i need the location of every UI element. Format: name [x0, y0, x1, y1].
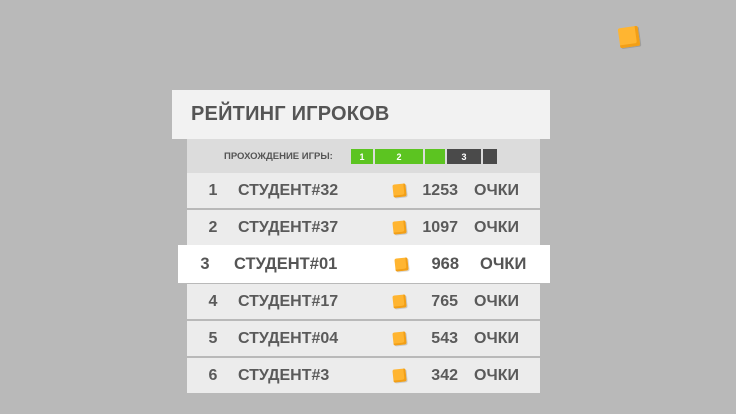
row-rank: 1: [208, 181, 218, 199]
row-player-name: СТУДЕНТ#3: [238, 366, 330, 384]
row-rank: 2: [208, 218, 218, 236]
leaderboard-row: 6 СТУДЕНТ#3 342 ОЧКИ: [187, 358, 540, 393]
row-score: 1097: [422, 218, 458, 236]
row-player-name: СТУДЕНТ#37: [238, 218, 339, 236]
progress-segment-4: [483, 149, 497, 164]
row-score: 1253: [422, 181, 458, 199]
progress-segment-label: 3: [461, 151, 467, 162]
progress-segment-3: 3: [447, 149, 481, 164]
coin-icon: [617, 25, 641, 49]
row-rank: 4: [208, 292, 218, 310]
row-score-unit: ОЧКИ: [474, 329, 519, 347]
row-rank: 3: [200, 254, 210, 273]
leaderboard-title: РЕЙТИНГ ИГРОКОВ: [172, 90, 550, 139]
row-score: 765: [431, 292, 458, 310]
progress-segment-2b: [425, 149, 445, 164]
row-score: 968: [431, 254, 459, 273]
coin-icon: [392, 294, 407, 309]
row-score: 342: [431, 366, 458, 384]
coin-icon: [392, 183, 407, 198]
leaderboard-row: 2 СТУДЕНТ#37 1097 ОЧКИ: [187, 210, 540, 245]
row-score-unit: ОЧКИ: [474, 292, 519, 310]
row-player-name: СТУДЕНТ#04: [238, 329, 339, 347]
row-score-unit: ОЧКИ: [480, 254, 527, 273]
leaderboard-title-text: РЕЙТИНГ ИГРОКОВ: [191, 103, 390, 125]
leaderboard-row: 1 СТУДЕНТ#32 1253 ОЧКИ: [187, 173, 540, 208]
progress-segment-label: 2: [396, 151, 402, 162]
coin-icon: [392, 368, 407, 383]
row-score-unit: ОЧКИ: [474, 218, 519, 236]
game-progress-strip: ПРОХОЖДЕНИЕ ИГРЫ: 1 2 3: [187, 139, 540, 173]
row-rank: 5: [208, 329, 218, 347]
game-progress-label: ПРОХОЖДЕНИЕ ИГРЫ:: [224, 150, 333, 162]
row-player-name: СТУДЕНТ#32: [238, 181, 339, 199]
leaderboard-row: 4 СТУДЕНТ#17 765 ОЧКИ: [187, 284, 540, 319]
progress-segment-label: 1: [359, 151, 365, 162]
progress-segment-1: 1: [351, 149, 373, 164]
leaderboard-row: 5 СТУДЕНТ#04 543 ОЧКИ: [187, 321, 540, 356]
coin-icon: [392, 331, 407, 346]
row-score-unit: ОЧКИ: [474, 366, 519, 384]
game-progress-bar: 1 2 3: [351, 149, 499, 164]
row-score: 543: [431, 329, 458, 347]
game-screen: РЕЙТИНГ ИГРОКОВ ПРОХОЖДЕНИЕ ИГРЫ: 1 2 3 …: [0, 0, 736, 414]
leaderboard-row-current-player: 3 СТУДЕНТ#01 968 ОЧКИ: [178, 245, 550, 283]
coin-icon: [394, 257, 409, 272]
coin-icon: [392, 220, 407, 235]
row-player-name: СТУДЕНТ#01: [234, 254, 338, 273]
row-player-name: СТУДЕНТ#17: [238, 292, 339, 310]
progress-segment-2: 2: [375, 149, 423, 164]
row-score-unit: ОЧКИ: [474, 181, 519, 199]
row-rank: 6: [208, 366, 218, 384]
